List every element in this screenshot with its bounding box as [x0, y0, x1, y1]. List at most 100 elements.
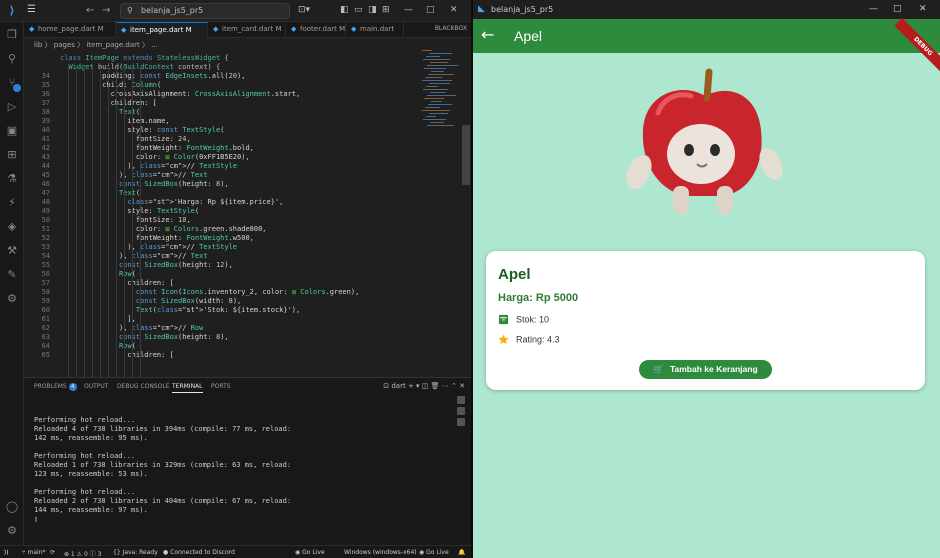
terminal-output[interactable]: Performing hot reload... Reloaded 4 of 7… [34, 416, 444, 524]
run-debug-icon[interactable]: ▷ [5, 100, 19, 114]
remote-indicator-icon[interactable]: ⟩⟨ [4, 549, 9, 556]
notifications-bell-icon[interactable]: 🔔 [458, 549, 465, 556]
forward-arrow-icon[interactable]: → [102, 5, 110, 16]
tab-footer[interactable]: ◆ footer.dart M [286, 22, 346, 38]
add-to-cart-button[interactable]: 🛒 Tambah ke Keranjang [639, 360, 772, 379]
toggle-sidebar-icon[interactable]: ◧ [340, 5, 349, 15]
code-line[interactable]: 56 Row( [24, 270, 440, 279]
code-line[interactable]: 52 fontWeight: FontWeight.w500, [24, 234, 440, 243]
trash-icon[interactable]: 🗑 [431, 382, 440, 390]
minimap[interactable] [418, 50, 462, 130]
toggle-panel-icon[interactable]: ▭ [354, 5, 363, 15]
split-terminal-icon[interactable]: ◫ [422, 382, 429, 390]
tab-item-card[interactable]: ◆ item_card.dart M [208, 22, 286, 38]
code-line[interactable]: 64 Row( [24, 342, 440, 351]
editor-scrollbar[interactable] [462, 125, 470, 185]
code-line[interactable]: 63 const SizedBox(height: 8), [24, 333, 440, 342]
command-center-search[interactable]: ⚲ belanja_js5_pr5 [120, 3, 290, 19]
tab-terminal[interactable]: TERMINAL [172, 383, 203, 393]
testing-icon[interactable]: ⚗ [5, 172, 19, 186]
sync-icon[interactable]: ⟳ [50, 549, 55, 556]
settings-gear-icon[interactable]: ⚙ [5, 524, 19, 538]
code-line[interactable]: 49 style: TextStyle( [24, 207, 440, 216]
code-line[interactable]: 47 Text( [24, 189, 440, 198]
terminal-instance-icon[interactable] [457, 407, 465, 415]
tab-ports[interactable]: PORTS [211, 383, 231, 390]
tab-home-page[interactable]: ◆ home_page.dart M [24, 22, 116, 38]
code-line[interactable]: 41 fontSize: 24, [24, 135, 440, 144]
code-line[interactable]: 42 fontWeight: FontWeight.bold, [24, 144, 440, 153]
close-panel-icon[interactable]: ✕ [459, 382, 465, 390]
code-line[interactable]: class ItemPage extends StatelessWidget { [24, 54, 440, 63]
more-icon[interactable]: ⋯ [442, 382, 449, 390]
problems-indicator[interactable]: ⊗ 1 ⚠ 0 ⓘ 3 [64, 549, 101, 558]
remote-explorer-icon[interactable]: ▣ [5, 124, 19, 138]
code-line[interactable]: Widget build(BuildContext context) { [24, 63, 440, 72]
blackbox-label[interactable]: BLACKBOX [435, 25, 467, 32]
code-line[interactable]: 45 ), class="cm">// Text [24, 171, 440, 180]
account-icon[interactable]: ◯ [5, 500, 19, 514]
close-icon[interactable]: ✕ [450, 5, 458, 15]
code-line[interactable]: 39 item.name, [24, 117, 440, 126]
back-arrow-icon[interactable]: ← [481, 25, 494, 44]
new-terminal-icon[interactable]: + ▾ [408, 382, 420, 390]
code-line[interactable]: 58 const Icon(Icons.inventory_2, color: … [24, 288, 440, 297]
code-line[interactable]: 57 children: [ [24, 279, 440, 288]
breadcrumb[interactable]: lib 〉 pages 〉 item_page.dart 〉 ... [24, 38, 471, 50]
code-editor[interactable]: class ItemPage extends StatelessWidget {… [24, 50, 440, 377]
tools-icon[interactable]: ⚒ [5, 244, 19, 258]
customize-layout-icon[interactable]: ⊞ [382, 5, 390, 15]
hamburger-menu-icon[interactable]: ☰ [27, 4, 36, 15]
extensions-icon[interactable]: ⊞ [5, 148, 19, 162]
chat-icon[interactable]: ✎ [5, 268, 19, 282]
code-line[interactable]: 55 const SizedBox(height: 12), [24, 261, 440, 270]
java-status[interactable]: {} Java: Ready [113, 549, 158, 556]
code-line[interactable]: 34 padding: const EdgeInsets.all(20), [24, 72, 440, 81]
terminal-instance-icon[interactable] [457, 396, 465, 404]
tab-debug-console[interactable]: DEBUG CONSOLE [117, 383, 170, 390]
code-line[interactable]: 59 const SizedBox(width: 8), [24, 297, 440, 306]
code-line[interactable]: 60 Text(class="st">'Stok: ${item.stock}'… [24, 306, 440, 315]
go-live-right[interactable]: ◉ Go Live [419, 549, 449, 556]
terminal-instance-icon[interactable] [457, 418, 465, 426]
back-arrow-icon[interactable]: ← [86, 5, 94, 16]
tab-item-page[interactable]: ◆ item_page.dart M [116, 22, 208, 38]
code-line[interactable]: 35 child: Column( [24, 81, 440, 90]
robot-icon[interactable]: ⚙ [5, 292, 19, 306]
tab-main[interactable]: ◆ main.dart [346, 22, 404, 38]
maximize-icon[interactable]: □ [893, 4, 902, 14]
tab-output[interactable]: OUTPUT [84, 383, 108, 390]
close-icon[interactable]: ✕ [919, 4, 927, 14]
flutter-icon[interactable]: ⚡ [5, 196, 19, 210]
terminal-name[interactable]: dart [391, 382, 405, 390]
tab-problems[interactable]: PROBLEMS 4 [34, 383, 77, 391]
code-line[interactable]: 54 ), class="cm">// Text [24, 252, 440, 261]
code-line[interactable]: 51 color: ■ Colors.green.shade800, [24, 225, 440, 234]
code-line[interactable]: 43 color: ■ Color(0xFF1B5E20), [24, 153, 440, 162]
code-line[interactable]: 44 ), class="cm">// TextStyle [24, 162, 440, 171]
device-selector[interactable]: Windows (windows-x64) [344, 549, 417, 556]
code-line[interactable]: 40 style: const TextStyle( [24, 126, 440, 135]
code-line[interactable]: 50 fontSize: 18, [24, 216, 440, 225]
code-line[interactable]: 61 ], [24, 315, 440, 324]
go-live-left[interactable]: ◉ Go Live [295, 549, 325, 556]
copilot-icon[interactable]: ⊡▾ [298, 5, 310, 15]
code-line[interactable]: 53 ), class="cm">// TextStyle [24, 243, 440, 252]
docker-icon[interactable]: ◈ [5, 220, 19, 234]
code-line[interactable]: 48 class="st">'Harga: Rp ${item.price}', [24, 198, 440, 207]
search-view-icon[interactable]: ⚲ [5, 52, 19, 66]
maximize-icon[interactable]: □ [426, 5, 435, 15]
code-line[interactable]: 36 crossAxisAlignment: CrossAxisAlignmen… [24, 90, 440, 99]
minimize-icon[interactable]: — [869, 4, 878, 14]
code-line[interactable]: 46 const SizedBox(height: 8), [24, 180, 440, 189]
maximize-panel-icon[interactable]: ⌃ [451, 382, 457, 390]
minimize-icon[interactable]: — [404, 5, 413, 15]
code-line[interactable]: 65 children: [ [24, 351, 440, 360]
toggle-secondary-sidebar-icon[interactable]: ◨ [368, 5, 377, 15]
explorer-icon[interactable]: ❐ [5, 28, 19, 42]
code-line[interactable]: 38 Text( [24, 108, 440, 117]
branch-indicator[interactable]: ⑂ main* [22, 549, 46, 556]
code-line[interactable]: 62 ), class="cm">// Row [24, 324, 440, 333]
discord-status[interactable]: ● Connected to Discord [163, 549, 235, 556]
code-line[interactable]: 37 children: [ [24, 99, 440, 108]
